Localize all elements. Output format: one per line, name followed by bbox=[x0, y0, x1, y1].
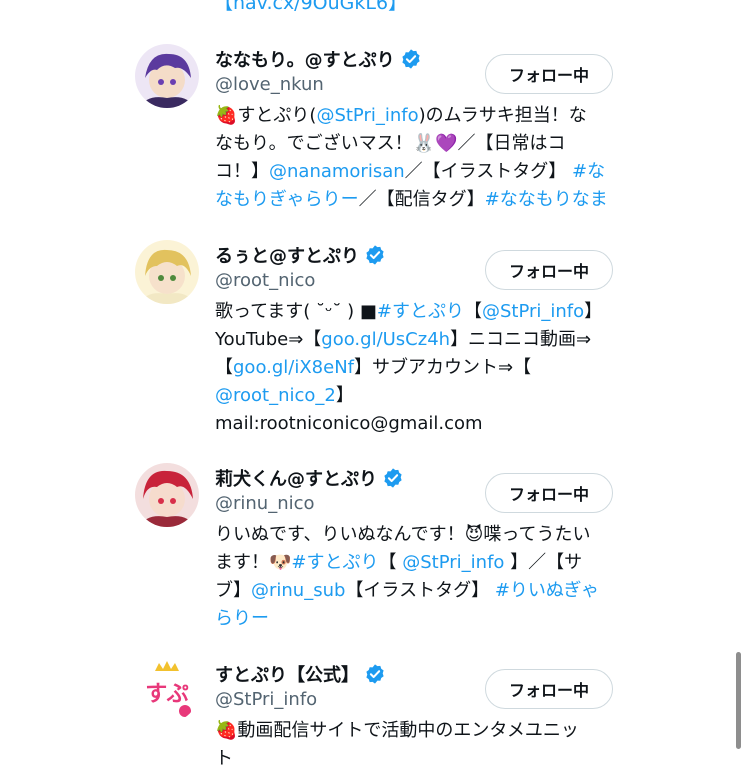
bio-link[interactable]: @root_nico_2 bbox=[215, 385, 336, 406]
bio-text: ます！🐶 bbox=[215, 552, 292, 573]
display-name[interactable]: 莉犬くん@すとぷり bbox=[215, 465, 377, 491]
verified-badge-icon bbox=[364, 663, 386, 685]
bio-text: 【 bbox=[463, 301, 482, 322]
user-bio: りいぬです、りいぬなんです！😈喋ってうたい ます！🐶#すとぷり【 @StPri_i… bbox=[215, 521, 615, 633]
verified-badge-icon bbox=[364, 244, 386, 266]
top-fragment[interactable]: 【nav.cx/9OuGkL6】 bbox=[214, 0, 407, 15]
bio-link[interactable]: @StPri_info bbox=[402, 552, 504, 573]
bio-line: @root_nico_2】 bbox=[215, 382, 615, 410]
bio-text: ／【配信タグ】 bbox=[358, 189, 485, 210]
bio-line: YouTube⇒【goo.gl/UsCz4h】ニコニコ動画⇒ bbox=[215, 326, 615, 354]
scrollbar[interactable] bbox=[736, 652, 741, 749]
bio-link[interactable]: #ななもりなま bbox=[485, 189, 608, 210]
bio-text: 【イラストタグ】 bbox=[345, 580, 495, 601]
following-button[interactable]: フォロー中 bbox=[485, 669, 613, 709]
bio-link[interactable]: #すとぷり bbox=[377, 301, 464, 322]
bio-link[interactable]: @StPri_info bbox=[482, 301, 584, 322]
bio-text: りいぬです、りいぬなんです！😈喋ってうたい bbox=[215, 524, 591, 545]
user-handle[interactable]: @root_nico bbox=[215, 270, 315, 291]
bio-link[interactable]: らりー bbox=[215, 608, 269, 629]
bio-text: コ！】 bbox=[215, 161, 269, 182]
bio-line: 🍓動画配信サイトで活動中のエンタメユニッ bbox=[215, 717, 615, 745]
bio-link[interactable]: @StPri_info bbox=[316, 105, 418, 126]
bio-line: りいぬです、りいぬなんです！😈喋ってうたい bbox=[215, 521, 615, 549]
bio-link[interactable]: #な bbox=[572, 161, 605, 182]
bio-line: らりー bbox=[215, 605, 615, 633]
user-handle[interactable]: @rinu_nico bbox=[215, 493, 315, 514]
svg-text:すぷ: すぷ bbox=[145, 682, 189, 707]
bio-link[interactable]: goo.gl/UsCz4h bbox=[321, 329, 450, 350]
bio-link[interactable]: @nanamorisan bbox=[269, 161, 405, 182]
bio-text: YouTube⇒【 bbox=[215, 329, 322, 350]
user-bio: 🍓動画配信サイトで活動中のエンタメユニット bbox=[215, 717, 615, 773]
bio-text: 】／【サ bbox=[504, 552, 583, 573]
bio-text: 】 bbox=[335, 385, 354, 406]
bio-line: ブ】@rinu_sub【イラストタグ】 #りいぬぎゃ bbox=[215, 577, 615, 605]
bio-text: なもり。でございマス！🐰💜／【日常はコ bbox=[215, 133, 566, 154]
bio-line: 歌ってます( ˘ᵕ˘ ) ■#すとぷり【@StPri_info】 bbox=[215, 298, 615, 326]
user-handle[interactable]: @love_nkun bbox=[215, 74, 324, 95]
avatar[interactable] bbox=[135, 463, 199, 527]
bio-line: なもり。でございマス！🐰💜／【日常はコ bbox=[215, 130, 615, 158]
bio-line: mail:rootniconico@gmail.com bbox=[215, 410, 615, 438]
user-handle[interactable]: @StPri_info bbox=[215, 689, 317, 710]
user-bio: 歌ってます( ˘ᵕ˘ ) ■#すとぷり【@StPri_info】 YouTube⇒… bbox=[215, 298, 615, 438]
bio-link[interactable]: #りいぬぎゃ bbox=[495, 580, 599, 601]
bio-line: ます！🐶#すとぷり【 @StPri_info 】／【サ bbox=[215, 549, 615, 577]
display-name[interactable]: るぅと@すとぷり bbox=[215, 242, 359, 268]
bio-text: mail:rootniconico@gmail.com bbox=[215, 413, 483, 434]
bio-line: 🍓すとぷり(@StPri_info)のムラサキ担当！な bbox=[215, 102, 615, 130]
bio-text: ／【イラストタグ】 bbox=[404, 161, 573, 182]
bio-text: 【 bbox=[215, 357, 233, 378]
following-button[interactable]: フォロー中 bbox=[485, 54, 613, 94]
display-name[interactable]: ななもり。@すとぷり bbox=[215, 46, 395, 72]
bio-text: 【 bbox=[378, 552, 403, 573]
user-bio: 🍓すとぷり(@StPri_info)のムラサキ担当！ななもり。でございマス！🐰💜… bbox=[215, 102, 615, 214]
bio-line: 【goo.gl/iX8eNf】サブアカウント⇒【 bbox=[215, 354, 615, 382]
following-button[interactable]: フォロー中 bbox=[485, 250, 613, 290]
bio-text: 歌ってます( ˘ᵕ˘ ) ■ bbox=[215, 301, 377, 322]
bio-text: ブ】 bbox=[215, 580, 251, 601]
following-button[interactable]: フォロー中 bbox=[485, 473, 613, 513]
bio-text: ト bbox=[215, 748, 233, 769]
display-name[interactable]: すとぷり【公式】 bbox=[215, 661, 359, 687]
bio-text: 🍓すとぷり( bbox=[215, 105, 317, 126]
bio-text: 】ニコニコ動画⇒ bbox=[450, 329, 592, 350]
avatar[interactable] bbox=[135, 240, 199, 304]
verified-badge-icon bbox=[400, 48, 422, 70]
avatar[interactable]: すぷ bbox=[135, 659, 199, 723]
bio-text: 】 bbox=[584, 301, 603, 322]
bio-text: )のムラサキ担当！な bbox=[418, 105, 587, 126]
verified-badge-icon bbox=[382, 467, 404, 489]
bio-link[interactable]: @rinu_sub bbox=[251, 580, 345, 601]
bio-link[interactable]: goo.gl/iX8eNf bbox=[233, 357, 354, 378]
bio-link[interactable]: なもりぎゃらりー bbox=[215, 189, 359, 210]
bio-line: なもりぎゃらりー／【配信タグ】#ななもりなま bbox=[215, 186, 615, 214]
avatar[interactable] bbox=[135, 44, 199, 108]
bio-line: コ！】@nanamorisan／【イラストタグ】 #な bbox=[215, 158, 615, 186]
bio-line: ト bbox=[215, 745, 615, 773]
bio-link[interactable]: #すとぷり bbox=[291, 552, 378, 573]
bio-text: 🍓動画配信サイトで活動中のエンタメユニッ bbox=[215, 720, 579, 741]
bio-text: 】サブアカウント⇒【 bbox=[354, 357, 532, 378]
